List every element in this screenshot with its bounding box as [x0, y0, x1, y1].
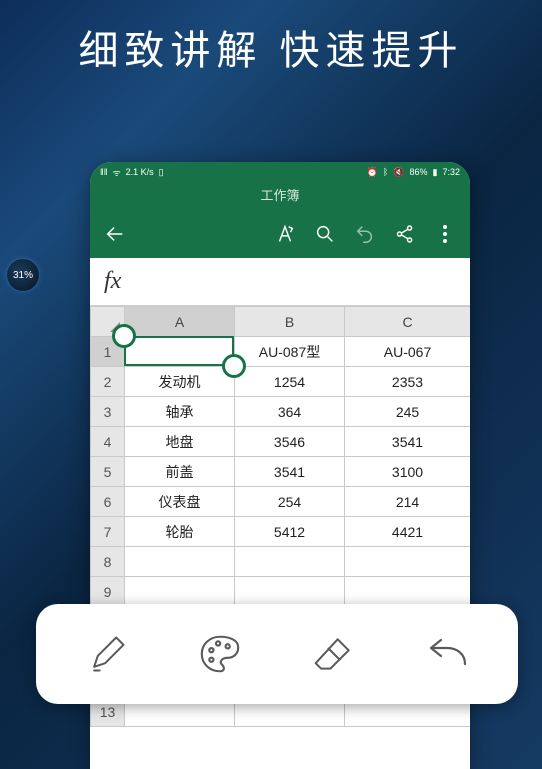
- cell[interactable]: [345, 577, 471, 607]
- table-row: 5 前盖 3541 3100: [91, 457, 471, 487]
- page-heading: 细致讲解 快速提升: [0, 0, 542, 94]
- col-header-C[interactable]: C: [345, 307, 471, 337]
- undo-tool-button[interactable]: [419, 626, 475, 682]
- row-header[interactable]: 6: [91, 487, 125, 517]
- eraser-icon: [312, 632, 356, 676]
- signal-icon: ‖‖: [100, 167, 107, 177]
- search-button[interactable]: [310, 219, 340, 249]
- mute-icon: 🔇: [393, 167, 404, 178]
- pen-icon: [85, 632, 129, 676]
- cell-C6[interactable]: 214: [345, 487, 471, 517]
- palette-icon: [197, 631, 243, 677]
- app-toolbar: [90, 210, 470, 258]
- workbook-title: 工作簿: [90, 182, 470, 210]
- table-row: 6 仪表盘 254 214: [91, 487, 471, 517]
- cell-C1[interactable]: AU-067: [345, 337, 471, 367]
- net-speed: 2.1 K/s: [126, 167, 154, 177]
- cell-A2[interactable]: 发动机: [125, 367, 235, 397]
- cell[interactable]: [125, 577, 235, 607]
- back-button[interactable]: [100, 219, 130, 249]
- eraser-tool-button[interactable]: [306, 626, 362, 682]
- cell-C5[interactable]: 3100: [345, 457, 471, 487]
- cell-B7[interactable]: 5412: [235, 517, 345, 547]
- formula-bar[interactable]: fx: [90, 258, 470, 306]
- battery-icon-small: ▯: [159, 167, 164, 178]
- status-bar: ‖‖ ᯤ 2.1 K/s ▯ ⏰ ᛒ 🔇 86% ▮ 7:32: [90, 162, 470, 182]
- font-style-button[interactable]: [270, 219, 300, 249]
- palette-tool-button[interactable]: [192, 626, 248, 682]
- table-row: 7 轮胎 5412 4421: [91, 517, 471, 547]
- row-header[interactable]: 7: [91, 517, 125, 547]
- table-row: 4 地盘 3546 3541: [91, 427, 471, 457]
- col-header-A[interactable]: A: [125, 307, 235, 337]
- row-header[interactable]: 1: [91, 337, 125, 367]
- cell-B3[interactable]: 364: [235, 397, 345, 427]
- table-row: 1 AU-087型 AU-067: [91, 337, 471, 367]
- share-button[interactable]: [390, 219, 420, 249]
- cell-A7[interactable]: 轮胎: [125, 517, 235, 547]
- cell-A6[interactable]: 仪表盘: [125, 487, 235, 517]
- pen-tool-button[interactable]: [79, 626, 135, 682]
- floating-percent-badge[interactable]: 31%: [6, 258, 40, 292]
- clock-time: 7:32: [442, 167, 460, 177]
- col-header-B[interactable]: B: [235, 307, 345, 337]
- annotation-toolbar: [36, 604, 518, 704]
- battery-pct: 86%: [410, 167, 428, 177]
- undo-button[interactable]: [350, 219, 380, 249]
- alarm-icon: ⏰: [367, 167, 378, 178]
- table-row: 3 轴承 364 245: [91, 397, 471, 427]
- table-row: 8: [91, 547, 471, 577]
- cell[interactable]: [235, 547, 345, 577]
- table-row: 2 发动机 1254 2353: [91, 367, 471, 397]
- cell-C7[interactable]: 4421: [345, 517, 471, 547]
- cell-A5[interactable]: 前盖: [125, 457, 235, 487]
- kebab-icon: [443, 225, 447, 243]
- row-header[interactable]: 2: [91, 367, 125, 397]
- cell-B2[interactable]: 1254: [235, 367, 345, 397]
- bluetooth-icon: ᛒ: [383, 167, 388, 177]
- select-all-corner[interactable]: [91, 307, 125, 337]
- cell-C4[interactable]: 3541: [345, 427, 471, 457]
- more-button[interactable]: [430, 219, 460, 249]
- battery-icon: ▮: [433, 167, 438, 178]
- undo-icon: [423, 634, 471, 674]
- cell-B4[interactable]: 3546: [235, 427, 345, 457]
- cell-B6[interactable]: 254: [235, 487, 345, 517]
- row-header[interactable]: 4: [91, 427, 125, 457]
- cell[interactable]: [235, 577, 345, 607]
- cell[interactable]: [125, 547, 235, 577]
- cell-A4[interactable]: 地盘: [125, 427, 235, 457]
- column-header-row: A B C: [91, 307, 471, 337]
- wifi-icon: ᯤ: [112, 166, 120, 179]
- row-header[interactable]: 3: [91, 397, 125, 427]
- cell-A3[interactable]: 轴承: [125, 397, 235, 427]
- table-row: 9: [91, 577, 471, 607]
- cell-C3[interactable]: 245: [345, 397, 471, 427]
- cell-C2[interactable]: 2353: [345, 367, 471, 397]
- cell[interactable]: [345, 547, 471, 577]
- cell-B5[interactable]: 3541: [235, 457, 345, 487]
- row-header[interactable]: 9: [91, 577, 125, 607]
- cell-B1[interactable]: AU-087型: [235, 337, 345, 367]
- row-header[interactable]: 5: [91, 457, 125, 487]
- cell-A1[interactable]: [125, 337, 235, 367]
- row-header[interactable]: 8: [91, 547, 125, 577]
